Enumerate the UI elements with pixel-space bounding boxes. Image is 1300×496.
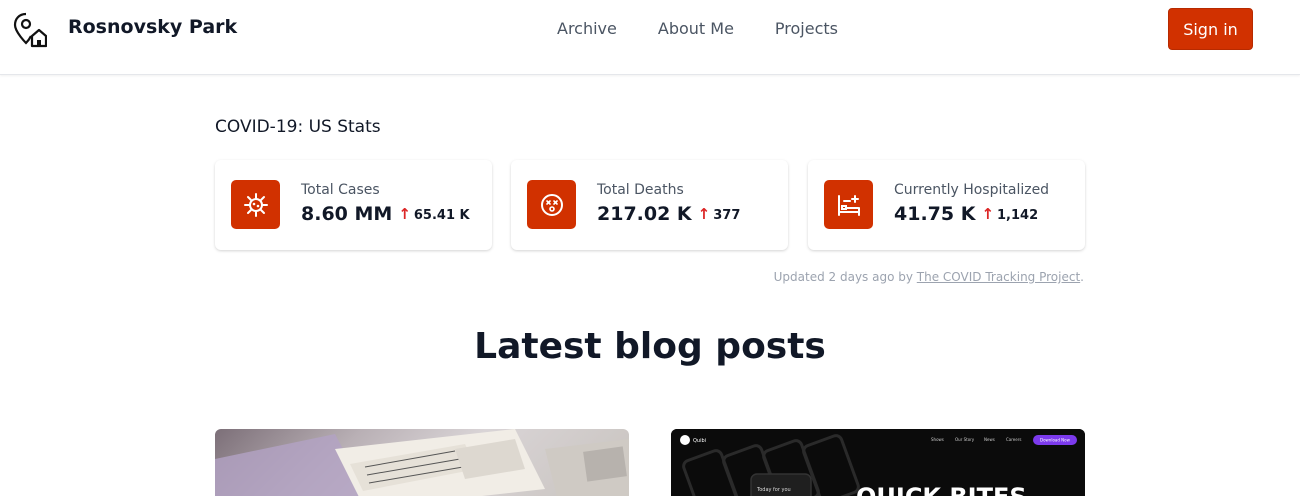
main-nav: Archive About Me Projects [557, 19, 879, 38]
nav-archive[interactable]: Archive [557, 19, 617, 38]
stat-label: Currently Hospitalized [894, 182, 1050, 198]
blog-post-thumbnail[interactable]: Quibi Shows Our Story News Careers Downl… [671, 429, 1085, 496]
latest-posts-heading: Latest blog posts [474, 326, 826, 367]
stat-value: 8.60 MM ↑ 65.41 K [301, 203, 470, 225]
blog-post-thumbnail[interactable] [215, 429, 629, 496]
nav-about-me[interactable]: About Me [658, 19, 734, 38]
stat-card-total-deaths: Total Deaths 217.02 K ↑ 377 [511, 160, 788, 250]
svg-text:Our Story: Our Story [955, 437, 975, 442]
stat-card-total-cases: Total Cases 8.60 MM ↑ 65.41 K [215, 160, 492, 250]
virus-icon [231, 180, 280, 229]
stat-value: 217.02 K ↑ 377 [597, 203, 741, 225]
stat-delta: ↑ 377 [697, 205, 741, 223]
stat-delta: ↑ 65.41 K [398, 205, 470, 223]
stat-label: Total Deaths [597, 182, 684, 198]
stat-value: 41.75 K ↑ 1,142 [894, 203, 1039, 225]
svg-text:QUICK BITES: QUICK BITES [856, 483, 1027, 496]
sign-in-button[interactable]: Sign in [1168, 8, 1253, 50]
svg-text:News: News [984, 437, 995, 442]
stat-delta: ↑ 1,142 [981, 205, 1039, 223]
svg-text:Today for you: Today for you [756, 487, 791, 493]
svg-text:Quibi: Quibi [693, 438, 706, 444]
stat-card-hospitalized: Currently Hospitalized 41.75 K ↑ 1,142 [808, 160, 1085, 250]
site-title[interactable]: Rosnovsky Park [68, 16, 237, 38]
svg-text:Shows: Shows [931, 437, 944, 442]
location-home-logo-icon[interactable] [13, 12, 47, 48]
covid-tracking-link[interactable]: The COVID Tracking Project [917, 270, 1080, 284]
hospital-bed-icon [824, 180, 873, 229]
svg-text:Careers: Careers [1006, 437, 1021, 442]
arrow-up-icon: ↑ [697, 205, 711, 223]
nav-projects[interactable]: Projects [775, 19, 838, 38]
stat-label: Total Cases [301, 182, 380, 198]
arrow-up-icon: ↑ [981, 205, 995, 223]
updated-note: Updated 2 days ago by The COVID Tracking… [773, 270, 1084, 284]
site-header: Rosnovsky Park Archive About Me Projects… [0, 0, 1300, 75]
stats-title: COVID-19: US Stats [215, 117, 381, 137]
svg-text:Download Now: Download Now [1040, 438, 1071, 443]
dizzy-face-icon [527, 180, 576, 229]
arrow-up-icon: ↑ [398, 205, 411, 223]
